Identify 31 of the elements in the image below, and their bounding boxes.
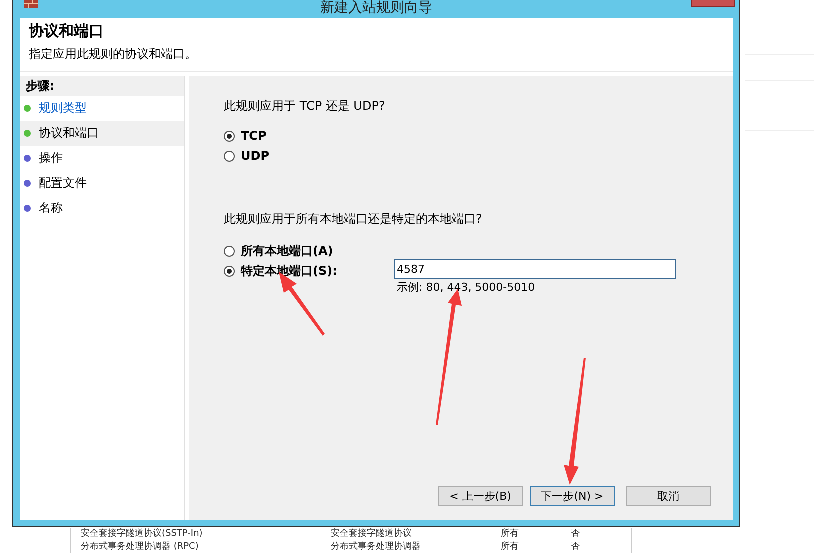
list-cell-text: 安全套接字隧道协议 (331, 528, 413, 540)
steps-heading: 步骤: (20, 76, 184, 96)
page-subtitle: 指定应用此规则的协议和端口。 (29, 46, 198, 63)
list-cell-text: 分布式事务处理协调器 (331, 542, 422, 552)
radio-button[interactable] (224, 266, 235, 276)
page-title: 协议和端口 (29, 22, 105, 41)
step-item[interactable]: 操作 (20, 146, 184, 171)
list-cell-text: 安全套接字隧道协议(SSTP-In) (81, 528, 204, 540)
radio-button[interactable] (224, 130, 235, 142)
list-cell-text: 否 (571, 542, 581, 552)
list-cell-text: 所有 (501, 528, 520, 540)
wizard-button[interactable]: < 上一步(B) (438, 486, 523, 506)
radio-label[interactable]: UDP (241, 149, 270, 163)
list-cell-text: 否 (571, 528, 581, 540)
radio-label[interactable]: 所有本地端口(A) (241, 242, 334, 260)
protocol-question: 此规则应用于 TCP 还是 UDP? (224, 98, 386, 115)
step-item[interactable]: 协议和端口 (20, 121, 184, 146)
window-title: 新建入站规则向导 (320, 0, 432, 17)
step-item[interactable]: 名称 (20, 196, 184, 221)
example-hint: 示例: 80, 443, 5000-5010 (397, 280, 536, 295)
radio-button[interactable] (224, 150, 235, 162)
step-item[interactable]: 配置文件 (20, 171, 184, 196)
wizard-button[interactable]: 取消 (626, 486, 711, 506)
list-cell-text: 分布式事务处理协调器 (RPC) (81, 542, 200, 552)
wizard-button[interactable]: 下一步(N) > (530, 486, 615, 506)
ports-question: 此规则应用于所有本地端口还是特定的本地端口? (224, 211, 484, 228)
radio-label[interactable]: TCP (241, 129, 267, 143)
step-item[interactable]: 规则类型 (20, 96, 184, 121)
port-input-field[interactable]: 4587 (394, 259, 676, 279)
list-cell-text: 所有 (501, 542, 520, 552)
radio-button[interactable] (224, 246, 235, 256)
